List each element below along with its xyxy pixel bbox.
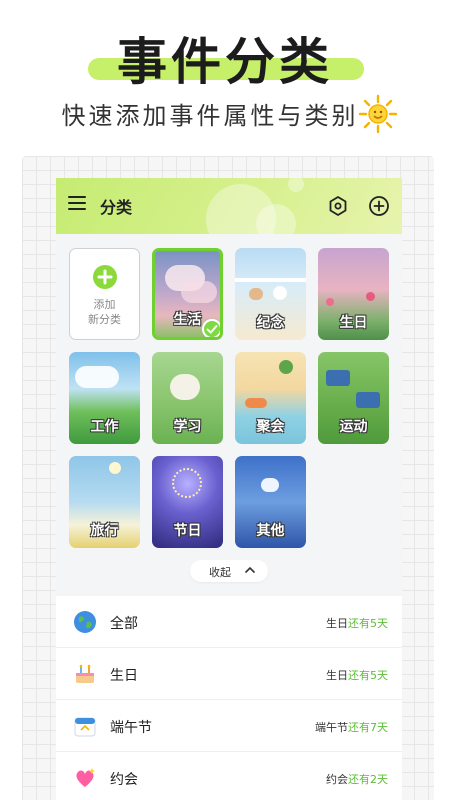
category-label: 纪念: [256, 315, 285, 331]
sun-icon: [358, 94, 398, 134]
event-countdown: 约会还有2天: [326, 771, 388, 787]
category-label: 学习: [173, 419, 202, 435]
check-icon: [202, 319, 220, 337]
list-item[interactable]: 生日 生日还有5天: [56, 648, 402, 700]
page-title: 分类: [100, 198, 133, 217]
category-label: 生日: [339, 315, 368, 331]
flower-illustration: [326, 298, 334, 306]
fence-illustration: [235, 278, 306, 282]
add-category-button[interactable]: 添加 新分类: [69, 248, 140, 340]
list-item[interactable]: 端午节 端午节还有7天: [56, 700, 402, 752]
hexagon-settings-icon[interactable]: [326, 194, 350, 218]
globe-icon: [74, 611, 96, 633]
category-tile-party[interactable]: 聚会: [235, 352, 306, 444]
event-list: 全部 生日还有5天 生日 生日还有5天 端午节 端午节还有7天 约会 约会还有2…: [56, 596, 402, 800]
category-label: 其他: [256, 523, 285, 539]
mat-illustration: [356, 392, 380, 408]
category-label: 聚会: [256, 419, 285, 435]
pet-illustration: [249, 288, 263, 300]
event-remaining: 还有7天: [348, 721, 388, 734]
pet-illustration: [273, 286, 287, 300]
app-bar: 分类: [56, 178, 402, 254]
category-tile-life[interactable]: 生活: [152, 248, 223, 340]
event-countdown: 生日还有5天: [326, 615, 388, 631]
list-item[interactable]: 全部 生日还有5天: [56, 596, 402, 648]
category-tile-sports[interactable]: 运动: [318, 352, 389, 444]
category-label: 运动: [339, 419, 368, 435]
palm-illustration: [279, 360, 293, 374]
hero-subtitle: 快速添加事件属性与类别: [61, 102, 359, 130]
list-item[interactable]: 约会 约会还有2天: [56, 752, 402, 800]
app-screen: 分类 添加 新分类 生活 纪念 生日 工作 学习 聚会 运动 旅行 节日 其他 …: [56, 178, 402, 800]
category-label: 旅行: [90, 523, 119, 539]
event-target: 端午节: [315, 721, 348, 734]
cat-illustration: [261, 478, 279, 492]
plus-icon: [93, 265, 117, 289]
mat-illustration: [326, 370, 350, 386]
add-category-label-line2: 新分类: [88, 313, 121, 326]
add-category-label-line1: 添加: [93, 298, 116, 311]
hero-title-block: 事件分类: [0, 22, 450, 91]
event-remaining: 还有5天: [348, 669, 388, 682]
event-name: 生日: [110, 668, 138, 684]
category-grid: 添加 新分类 生活 纪念 生日 工作 学习 聚会 运动 旅行 节日 其他 收起: [56, 234, 402, 590]
event-target: 生日: [326, 669, 348, 682]
event-target: 约会: [326, 773, 348, 786]
collapse-label: 收起: [209, 566, 231, 579]
chevron-up-icon: [245, 566, 255, 573]
event-remaining: 还有2天: [348, 773, 388, 786]
event-name: 端午节: [110, 720, 152, 736]
cloud-illustration: [75, 366, 119, 388]
sparkling-heart-icon: [76, 768, 95, 787]
menu-icon[interactable]: [68, 196, 86, 214]
firework-illustration: [172, 468, 202, 498]
float-illustration: [245, 398, 267, 408]
flower-illustration: [366, 292, 375, 301]
cloud-illustration: [181, 281, 217, 303]
event-countdown: 端午节还有7天: [315, 719, 388, 735]
category-tile-birthday[interactable]: 生日: [318, 248, 389, 340]
category-tile-travel[interactable]: 旅行: [69, 456, 140, 548]
category-label: 工作: [90, 419, 119, 435]
character-illustration: [170, 374, 200, 400]
calendar-icon: [74, 717, 96, 737]
category-tile-festival[interactable]: 节日: [152, 456, 223, 548]
plus-circle-icon[interactable]: [367, 194, 391, 218]
hero-title: 事件分类: [117, 33, 333, 91]
add-category-label: 添加 新分类: [70, 297, 139, 327]
event-name: 约会: [110, 772, 138, 788]
event-countdown: 生日还有5天: [326, 667, 388, 683]
birthday-cake-icon: [76, 664, 94, 683]
category-tile-other[interactable]: 其他: [235, 456, 306, 548]
event-remaining: 还有5天: [348, 617, 388, 630]
event-name: 全部: [110, 616, 138, 632]
category-tile-work[interactable]: 工作: [69, 352, 140, 444]
moon-illustration: [109, 462, 121, 474]
category-label: 节日: [173, 523, 202, 539]
category-tile-study[interactable]: 学习: [152, 352, 223, 444]
collapse-button[interactable]: 收起: [190, 560, 268, 582]
event-target: 生日: [326, 617, 348, 630]
decor-bubble: [288, 178, 304, 192]
category-tile-anniversary[interactable]: 纪念: [235, 248, 306, 340]
